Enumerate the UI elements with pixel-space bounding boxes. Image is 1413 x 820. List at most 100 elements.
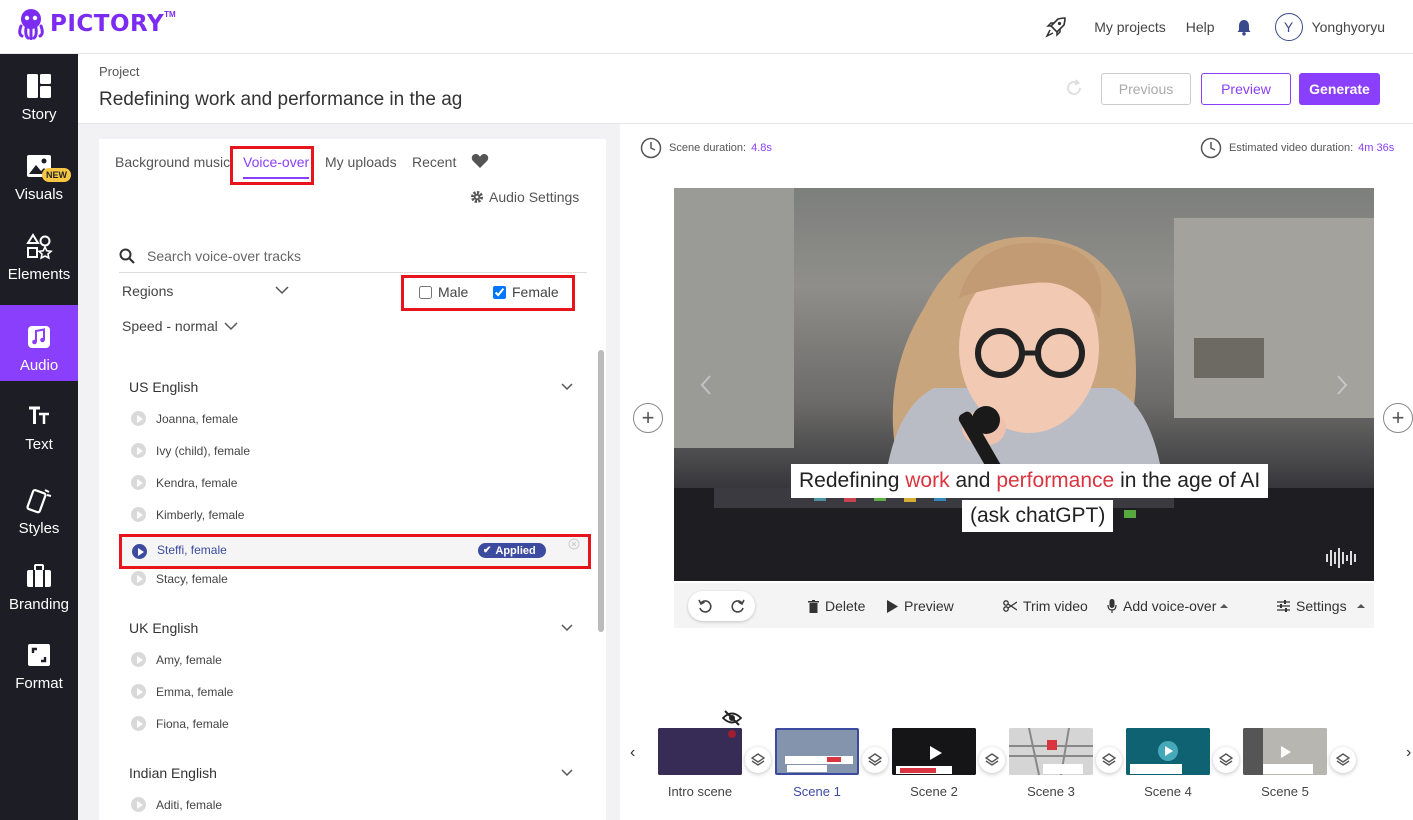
- voice-item[interactable]: Aditi, female: [131, 797, 222, 812]
- voice-item-applied[interactable]: Steffi, female ✔ Applied: [119, 534, 591, 569]
- scene-thumbnail-3[interactable]: [1009, 728, 1093, 775]
- play-icon[interactable]: [131, 411, 146, 426]
- group-title-us-english[interactable]: US English: [129, 379, 198, 395]
- applied-badge: ✔ Applied: [478, 543, 546, 558]
- play-icon[interactable]: [131, 797, 146, 812]
- tab-background-music[interactable]: Background music: [115, 154, 230, 170]
- generate-button[interactable]: Generate: [1299, 73, 1380, 105]
- video-caption-line-2[interactable]: (ask chatGPT): [962, 500, 1114, 532]
- sidebar-item-story[interactable]: Story: [0, 54, 78, 130]
- layers-button[interactable]: [745, 747, 771, 773]
- play-icon[interactable]: [131, 475, 146, 490]
- eye-off-icon[interactable]: [722, 709, 742, 727]
- project-title[interactable]: Redefining work and performance in the a…: [99, 89, 469, 111]
- rocket-icon[interactable]: [1044, 15, 1068, 39]
- regions-dropdown[interactable]: Regions: [122, 283, 173, 299]
- voice-item[interactable]: Ivy (child), female: [131, 443, 250, 458]
- chevron-down-icon[interactable]: [275, 285, 289, 295]
- scene-thumbnail-2[interactable]: [892, 728, 976, 775]
- chevron-down-icon[interactable]: [561, 768, 573, 777]
- speed-dropdown[interactable]: Speed - normal: [122, 318, 238, 334]
- scene-label[interactable]: Scene 5: [1235, 784, 1335, 799]
- sidebar-item-branding[interactable]: Branding: [0, 544, 78, 620]
- project-header: Project Redefining work and performance …: [78, 54, 1413, 124]
- chevron-down-icon[interactable]: [561, 382, 573, 391]
- tab-recent[interactable]: Recent: [412, 154, 456, 170]
- play-icon[interactable]: [131, 684, 146, 699]
- redo-icon[interactable]: [730, 598, 746, 614]
- play-icon[interactable]: [131, 443, 146, 458]
- group-title-indian-english[interactable]: Indian English: [129, 765, 217, 781]
- close-icon[interactable]: [568, 538, 580, 550]
- scene-thumbnail-image: [892, 728, 976, 775]
- play-icon[interactable]: [131, 507, 146, 522]
- layers-button[interactable]: [1330, 747, 1356, 773]
- female-filter[interactable]: Female: [493, 284, 559, 300]
- settings-button[interactable]: Settings: [1277, 598, 1371, 614]
- male-filter[interactable]: Male: [419, 284, 468, 300]
- add-scene-after-button[interactable]: +: [1383, 403, 1413, 433]
- delete-button[interactable]: Delete: [808, 598, 865, 614]
- play-icon[interactable]: [131, 571, 146, 586]
- scene-thumbnail-1[interactable]: [775, 728, 859, 775]
- scene-thumbnail-4[interactable]: [1126, 728, 1210, 775]
- scene-thumbnail-5[interactable]: [1243, 728, 1327, 775]
- preview-button[interactable]: Preview: [1201, 73, 1291, 105]
- layers-button[interactable]: [1213, 747, 1239, 773]
- sidebar-item-label: Visuals: [14, 186, 64, 203]
- preview-scene-button[interactable]: Preview: [886, 598, 954, 614]
- sidebar-item-text[interactable]: Text: [0, 384, 78, 460]
- add-voice-over-button[interactable]: Add voice-over: [1107, 598, 1234, 614]
- play-icon[interactable]: [131, 652, 146, 667]
- tab-my-uploads[interactable]: My uploads: [325, 154, 397, 170]
- add-scene-before-button[interactable]: +: [633, 403, 663, 433]
- scrollbar[interactable]: [598, 350, 604, 632]
- video-caption-line-1[interactable]: Redefining work and performance in the a…: [791, 464, 1269, 498]
- sidebar-item-styles[interactable]: Styles: [0, 468, 78, 544]
- undo-icon[interactable]: [697, 598, 713, 614]
- voice-item[interactable]: Stacy, female: [131, 571, 228, 586]
- scene-label[interactable]: Scene 3: [1001, 784, 1101, 799]
- help-link[interactable]: Help: [1186, 19, 1215, 35]
- female-checkbox[interactable]: [493, 285, 506, 299]
- sidebar-item-format[interactable]: Format: [0, 623, 78, 699]
- timeline-next-arrow[interactable]: ›: [1406, 744, 1411, 762]
- heart-icon[interactable]: [471, 153, 489, 169]
- voice-item[interactable]: Kimberly, female: [131, 507, 244, 522]
- voice-item[interactable]: Amy, female: [131, 652, 222, 667]
- trim-video-button[interactable]: Trim video: [1003, 598, 1088, 614]
- username[interactable]: Yonghyoryu: [1312, 19, 1385, 35]
- pictory-logo[interactable]: PICTORY TM: [16, 8, 176, 40]
- chevron-down-icon[interactable]: [561, 623, 573, 632]
- scene-label-selected[interactable]: Scene 1: [767, 784, 867, 799]
- search-input[interactable]: [147, 247, 567, 264]
- voice-item[interactable]: Fiona, female: [131, 716, 229, 731]
- scissors-icon: [1003, 600, 1017, 612]
- previous-button[interactable]: Previous: [1101, 73, 1191, 105]
- scene-label[interactable]: Scene 2: [884, 784, 984, 799]
- my-projects-link[interactable]: My projects: [1094, 19, 1166, 35]
- scene-thumbnail-intro[interactable]: [658, 728, 742, 775]
- scene-label[interactable]: Scene 4: [1118, 784, 1218, 799]
- layers-button[interactable]: [979, 747, 1005, 773]
- refresh-icon[interactable]: [1064, 78, 1084, 98]
- group-title-uk-english[interactable]: UK English: [129, 620, 198, 636]
- sidebar-item-elements[interactable]: Elements: [0, 214, 78, 290]
- voice-item[interactable]: Emma, female: [131, 684, 233, 699]
- play-icon[interactable]: [131, 716, 146, 731]
- logo-text: PICTORY: [50, 11, 165, 37]
- voice-item[interactable]: Kendra, female: [131, 475, 237, 490]
- audio-settings-button[interactable]: Audio Settings: [470, 189, 579, 205]
- bell-icon[interactable]: [1235, 18, 1253, 36]
- scene-label[interactable]: Intro scene: [650, 784, 750, 799]
- sidebar-item-audio[interactable]: Audio: [0, 305, 78, 381]
- voice-item[interactable]: Joanna, female: [131, 411, 238, 426]
- male-checkbox[interactable]: [419, 285, 432, 299]
- layers-button[interactable]: [1096, 747, 1122, 773]
- avatar[interactable]: Y: [1274, 13, 1303, 41]
- timeline-prev-arrow[interactable]: ‹: [630, 744, 635, 762]
- estimated-duration: Estimated video duration: 4m 36s: [1200, 137, 1394, 159]
- play-icon[interactable]: [132, 544, 147, 559]
- layers-button[interactable]: [862, 747, 888, 773]
- story-icon: [27, 74, 51, 98]
